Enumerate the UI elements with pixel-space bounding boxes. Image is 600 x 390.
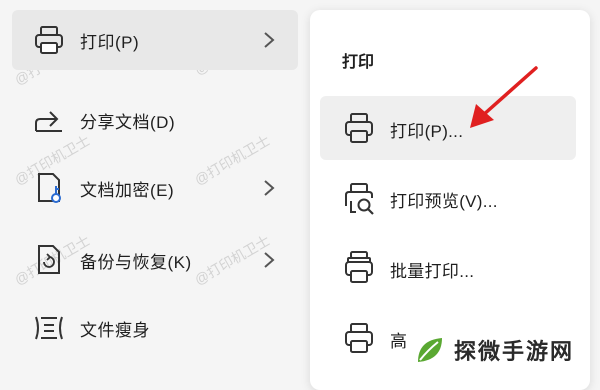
submenu-item-label: 批量打印... <box>390 262 475 281</box>
brand-watermark: 探微手游网 <box>410 323 600 377</box>
chevron-right-icon <box>264 252 275 268</box>
menu-item-label: 打印(P) <box>80 32 140 52</box>
menu-item-label: 备份与恢复(K) <box>80 252 192 272</box>
file-slim-icon <box>35 316 63 340</box>
menu-item-encrypt[interactable]: 文档加密(E) <box>12 158 298 218</box>
menu-item-label: 分享文档(D) <box>80 112 176 132</box>
chevron-right-icon <box>264 32 275 48</box>
submenu-item-print[interactable]: 打印(P)... <box>320 96 576 160</box>
share-icon <box>35 111 62 132</box>
document-key-icon <box>38 173 61 203</box>
submenu-item-label: 高 <box>390 332 408 351</box>
print-preview-icon <box>345 183 374 215</box>
batch-print-icon <box>345 251 373 283</box>
submenu-item-preview[interactable]: 打印预览(V)... <box>320 166 576 230</box>
submenu-title: 打印 <box>342 54 375 71</box>
left-menu: 打印(P) 分享文档(D) 文档加密(E) 备份与恢复(K) 文件瘦身 <box>0 0 310 377</box>
menu-item-slim[interactable]: 文件瘦身 <box>12 298 298 358</box>
chevron-right-icon <box>264 180 275 196</box>
menu-item-backup[interactable]: 备份与恢复(K) <box>12 230 298 290</box>
submenu-item-batch[interactable]: 批量打印... <box>320 236 576 300</box>
submenu-item-label: 打印(P)... <box>390 122 464 141</box>
leaf-logo-icon <box>418 338 442 362</box>
menu-item-label: 文件瘦身 <box>80 320 150 340</box>
printer-icon <box>345 113 373 143</box>
printer-icon <box>345 323 373 353</box>
backup-restore-icon <box>38 245 60 274</box>
brand-text: 探微手游网 <box>454 339 575 364</box>
submenu-item-label: 打印预览(V)... <box>390 192 498 211</box>
menu-item-label: 文档加密(E) <box>80 180 175 200</box>
menu-item-share[interactable]: 分享文档(D) <box>12 90 298 150</box>
printer-icon <box>35 26 63 54</box>
menu-item-print[interactable]: 打印(P) <box>12 10 298 70</box>
